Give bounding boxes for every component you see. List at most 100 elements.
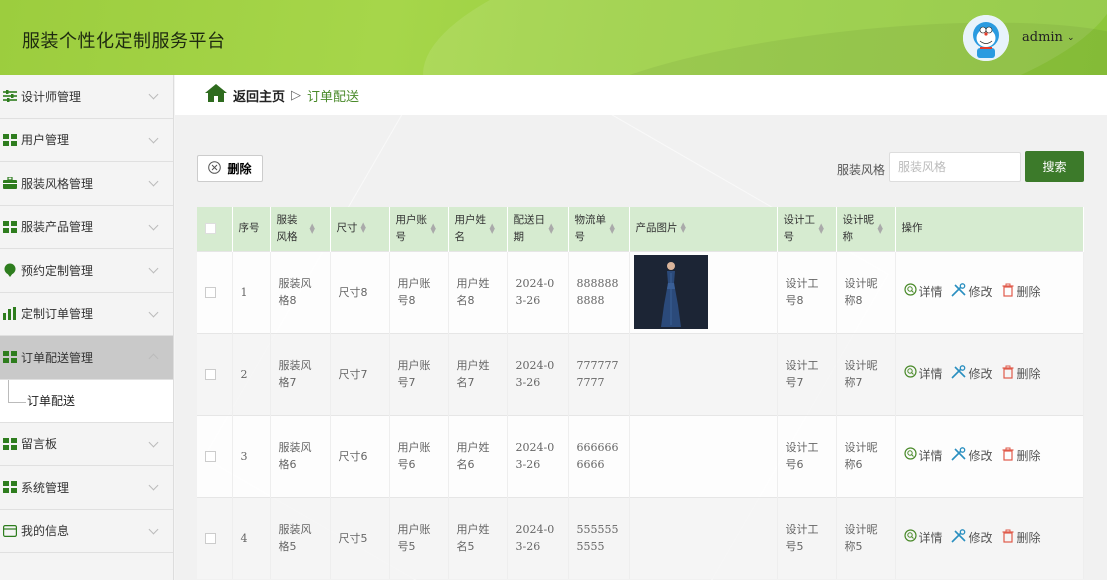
sidebar-item-delivery[interactable]: 订单配送管理 xyxy=(0,336,173,380)
chevron-down-icon xyxy=(148,437,159,447)
sidebar-item-booking[interactable]: 预约定制管理 xyxy=(0,249,173,293)
col-header[interactable]: 用户姓名▲ ▼ xyxy=(448,207,508,251)
sidebar-item-product[interactable]: 服装产品管理 xyxy=(0,206,173,249)
cell-style: 服装风格6 xyxy=(270,414,331,497)
cell-account: 用户账号7 xyxy=(389,332,449,415)
search-circle-icon xyxy=(903,283,917,301)
sidebar-item-label: 留言板 xyxy=(21,437,58,452)
trash-icon xyxy=(1001,283,1015,302)
sidebar-item-system[interactable]: 系统管理 xyxy=(0,466,173,510)
home-icon[interactable] xyxy=(205,84,227,106)
user-menu[interactable]: admin ⌄ xyxy=(1022,30,1074,45)
main-content: 返回主页 ▷ 订单配送 删除 服装风格 搜索 序号 服装风格▲▼ 尺寸▲▼ 用户… xyxy=(175,75,1107,580)
cell-style: 服装风格5 xyxy=(270,496,331,579)
delete-button[interactable]: 删除 xyxy=(1001,447,1041,466)
col-header[interactable]: 服装风格▲ ▼ xyxy=(270,207,331,251)
col-header[interactable]: 序号 xyxy=(232,207,271,251)
batch-delete-label: 删除 xyxy=(227,162,252,176)
cell-image xyxy=(629,496,778,579)
tools-icon xyxy=(950,446,967,466)
cell-account: 用户账号8 xyxy=(389,250,449,333)
cell-tracking: 8888888888 xyxy=(568,250,630,333)
search-label: 服装风格 xyxy=(837,163,886,177)
table-row: 2 服装风格7 尺寸7 用户账号7 用户姓名7 2024-03-26 77777… xyxy=(197,332,1084,415)
cell-style: 服装风格8 xyxy=(270,250,331,333)
trash-icon xyxy=(1001,365,1015,384)
col-header[interactable]: 产品图片 ▲ ▼ xyxy=(629,207,778,251)
cell-designer-name: 设计昵称7 xyxy=(836,332,896,415)
cell-image xyxy=(629,250,778,333)
sidebar-item-profile[interactable]: 我的信息 xyxy=(0,510,173,553)
chevron-down-icon xyxy=(148,307,159,317)
breadcrumb: 返回主页 ▷ 订单配送 xyxy=(175,75,1107,115)
col-header[interactable]: 尺寸 ▲ ▼ xyxy=(330,207,390,251)
sidebar-item-orders[interactable]: 定制订单管理 xyxy=(0,293,173,336)
trash-icon xyxy=(1001,447,1015,466)
cell-designer-no: 设计工号6 xyxy=(777,414,837,497)
cell-name: 用户姓名5 xyxy=(448,496,508,579)
delete-button[interactable]: 删除 xyxy=(1001,283,1041,302)
product-image[interactable] xyxy=(633,255,708,329)
sliders-icon xyxy=(2,89,18,103)
row-checkbox[interactable] xyxy=(205,451,216,462)
cell-image xyxy=(629,414,778,497)
col-header[interactable]: 设计昵称▲ ▼ xyxy=(836,207,896,251)
chevron-down-icon xyxy=(148,176,159,187)
detail-button[interactable]: 详情 xyxy=(903,447,943,465)
cell-name: 用户姓名6 xyxy=(448,414,508,497)
sidebar-item-label: 服装风格管理 xyxy=(21,176,94,191)
delete-button[interactable]: 删除 xyxy=(1001,365,1041,384)
row-checkbox[interactable] xyxy=(205,533,216,545)
grid-icon xyxy=(2,350,18,364)
breadcrumb-home[interactable]: 返回主页 xyxy=(233,86,285,105)
chevron-down-icon xyxy=(148,263,159,274)
col-header: 操作 xyxy=(895,207,1084,251)
col-header[interactable]: 配送日期▲ ▼ xyxy=(507,207,569,251)
breadcrumb-current: 订单配送 xyxy=(307,89,360,105)
bar-chart-icon xyxy=(2,307,18,321)
select-all-checkbox[interactable] xyxy=(205,222,216,234)
cell-date: 2024-03-26 xyxy=(507,414,569,497)
table-row: 1 服装风格8 尺寸8 用户账号8 用户姓名8 2024-03-26 88888… xyxy=(197,250,1084,333)
cell-date: 2024-03-26 xyxy=(507,250,569,333)
detail-button[interactable]: 详情 xyxy=(903,529,943,547)
avatar[interactable] xyxy=(963,15,1009,61)
search-circle-icon xyxy=(903,529,917,547)
edit-button[interactable]: 修改 xyxy=(950,282,993,302)
col-header[interactable]: 设计工号▲ ▼ xyxy=(777,207,837,251)
search-button[interactable]: 搜索 xyxy=(1025,151,1084,182)
row-checkbox[interactable] xyxy=(205,287,216,298)
col-header[interactable]: 用户账号▲ ▼ xyxy=(389,207,449,251)
sidebar-item-users[interactable]: 用户管理 xyxy=(0,119,173,162)
table-row: 4 服装风格5 尺寸5 用户账号5 用户姓名5 2024-03-26 55555… xyxy=(197,496,1084,579)
cell-actions: 详情 修改 删除 xyxy=(895,332,1084,415)
submenu-item-delivery[interactable]: 订单配送 xyxy=(0,379,173,423)
cell-style: 服装风格7 xyxy=(270,332,331,415)
sidebar-item-style[interactable]: 服装风格管理 xyxy=(0,162,173,206)
cell-designer-no: 设计工号5 xyxy=(777,496,837,579)
edit-button[interactable]: 修改 xyxy=(950,528,993,548)
edit-button[interactable]: 修改 xyxy=(950,446,993,466)
grid-icon xyxy=(2,480,18,494)
sidebar-item-label: 服装产品管理 xyxy=(21,220,94,235)
sidebar-item-messages[interactable]: 留言板 xyxy=(0,423,173,466)
chevron-up-icon xyxy=(148,353,159,364)
chevron-down-icon xyxy=(148,133,159,143)
cell-account: 用户账号5 xyxy=(389,496,449,579)
chevron-down-icon xyxy=(148,220,159,230)
submenu-label: 订单配送 xyxy=(27,394,76,408)
tools-icon xyxy=(950,528,967,548)
search-input[interactable] xyxy=(889,152,1021,182)
close-circle-icon xyxy=(208,160,222,177)
edit-button[interactable]: 修改 xyxy=(950,364,993,384)
row-checkbox[interactable] xyxy=(205,369,216,380)
sidebar-item-designer[interactable]: 设计师管理 xyxy=(0,75,173,119)
detail-button[interactable]: 详情 xyxy=(903,365,943,383)
detail-button[interactable]: 详情 xyxy=(903,283,943,301)
cell-size: 尺寸8 xyxy=(330,250,390,333)
batch-delete-button[interactable]: 删除 xyxy=(197,155,263,182)
cell-date: 2024-03-26 xyxy=(507,332,569,415)
delete-button[interactable]: 删除 xyxy=(1001,529,1041,548)
chevron-down-icon xyxy=(148,524,159,534)
col-header[interactable]: 物流单号▲ ▼ xyxy=(568,207,630,251)
